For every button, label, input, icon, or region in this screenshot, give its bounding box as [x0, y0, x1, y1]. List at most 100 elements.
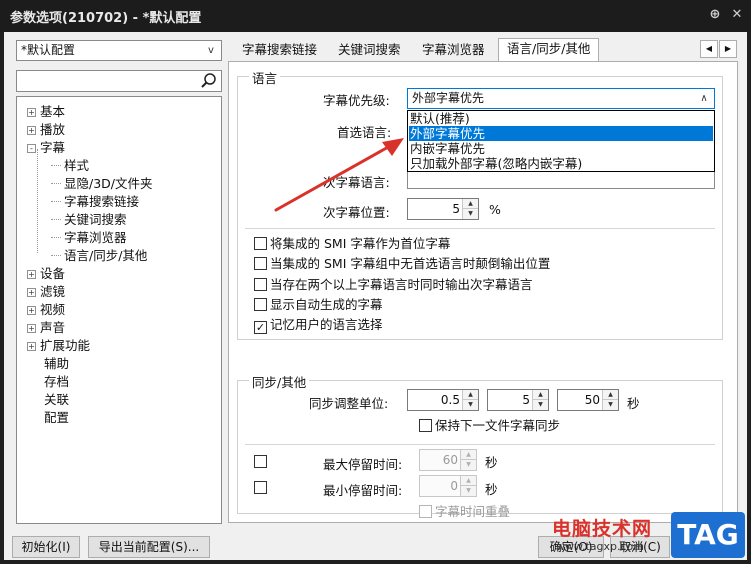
arrow-up-icon[interactable]: ▲ — [533, 390, 548, 400]
checkbox-min-duration[interactable] — [254, 480, 270, 498]
export-config-button[interactable]: 导出当前配置(S)... — [88, 536, 210, 558]
expand-icon[interactable]: + — [27, 270, 36, 279]
tree-item[interactable]: - 字幕 — [27, 139, 65, 157]
reset-button[interactable]: 初始化(I) — [12, 536, 80, 558]
checkbox-box[interactable] — [254, 278, 267, 291]
checkbox-smi-primary[interactable]: 将集成的 SMI 字幕作为首位字幕 — [254, 236, 450, 254]
checkbox-auto-generated[interactable]: 显示自动生成的字幕 — [254, 297, 383, 315]
arrow-up-icon[interactable]: ▲ — [603, 390, 618, 400]
tree-branch-line — [51, 157, 61, 166]
checkbox-box[interactable] — [254, 237, 267, 250]
tab-scroll-right-icon[interactable]: ▶ — [719, 40, 737, 58]
arrow-down-icon[interactable]: ▼ — [463, 400, 478, 410]
tree-item[interactable]: + 扩展功能 — [27, 337, 90, 355]
tree-item[interactable]: 语言/同步/其他 — [51, 247, 147, 265]
priority-select[interactable]: 外部字幕优先 ∧ — [407, 88, 715, 109]
tree-item[interactable]: + 声音 — [27, 319, 65, 337]
expand-icon[interactable]: + — [27, 342, 36, 351]
expand-icon[interactable]: + — [27, 324, 36, 333]
checkbox-smi-reverse[interactable]: 当集成的 SMI 字幕组中无首选语言时颠倒输出位置 — [254, 256, 550, 274]
expand-icon[interactable]: + — [27, 108, 36, 117]
tree-item[interactable]: 字幕浏览器 — [51, 229, 127, 247]
stepper-buttons[interactable]: ▲ ▼ — [532, 390, 548, 410]
checkbox-keep-sync[interactable]: 保持下一文件字幕同步 — [419, 418, 560, 436]
tree-item[interactable]: 关联 — [27, 391, 69, 409]
expand-icon[interactable]: + — [27, 126, 36, 135]
checkbox-output-secondary[interactable]: 当存在两个以上字幕语言时同时输出次字幕语言 — [254, 277, 533, 295]
stepper-buttons[interactable]: ▲ ▼ — [460, 476, 476, 496]
checkbox-box[interactable] — [419, 505, 432, 518]
priority-option-external[interactable]: 外部字幕优先 — [409, 126, 713, 141]
arrow-down-icon[interactable]: ▼ — [461, 486, 476, 496]
tab-scroll-left-icon[interactable]: ◀ — [700, 40, 718, 58]
priority-dropdown-list[interactable]: 默认(推荐) 外部字幕优先 内嵌字幕优先 只加载外部字幕(忽略内嵌字幕) — [407, 110, 715, 172]
tree-item[interactable]: 存档 — [27, 373, 69, 391]
sync-unit-value-1: 0.5 — [440, 393, 460, 407]
collapse-icon[interactable]: - — [27, 144, 36, 153]
checkbox-overlap[interactable]: 字幕时间重叠 — [419, 504, 510, 522]
profile-select[interactable]: *默认配置 v — [16, 40, 222, 61]
stepper-buttons[interactable]: ▲ ▼ — [462, 390, 478, 410]
checkbox-box[interactable] — [254, 481, 267, 494]
checkmark-icon[interactable]: ✓ — [254, 321, 267, 334]
sync-unit-label: 同步调整单位: — [309, 396, 389, 411]
min-duration-stepper[interactable]: 0 ▲ ▼ — [419, 475, 477, 497]
tree-item[interactable]: + 播放 — [27, 121, 65, 139]
max-duration-label: 最大停留时间: — [323, 457, 403, 472]
tree-item[interactable]: 配置 — [27, 409, 69, 427]
tab-subtitle-search-links[interactable]: 字幕搜索链接 — [234, 40, 325, 62]
tree-item[interactable]: + 基本 — [27, 103, 65, 121]
priority-option-default[interactable]: 默认(推荐) — [409, 111, 713, 126]
arrow-up-icon[interactable]: ▲ — [463, 390, 478, 400]
checkbox-box[interactable] — [419, 419, 432, 432]
tree-item[interactable]: 关键词搜索 — [51, 211, 127, 229]
tab-subtitle-browser[interactable]: 字幕浏览器 — [414, 40, 493, 62]
sync-unit-stepper-3[interactable]: 50 ▲ ▼ — [557, 389, 619, 411]
tab-keyword-search[interactable]: 关键词搜索 — [330, 40, 409, 62]
checkbox-max-duration[interactable] — [254, 454, 270, 472]
tree-item[interactable]: 字幕搜索链接 — [51, 193, 139, 211]
checkbox-remember-language[interactable]: ✓ 记忆用户的语言选择 — [254, 317, 383, 335]
arrow-down-icon[interactable]: ▼ — [533, 400, 548, 410]
checkbox-box[interactable] — [254, 298, 267, 311]
arrow-down-icon[interactable]: ▼ — [463, 209, 478, 219]
tree-item[interactable]: + 视频 — [27, 301, 65, 319]
sync-unit-stepper-2[interactable]: 5 ▲ ▼ — [487, 389, 549, 411]
stepper-buttons[interactable]: ▲ ▼ — [602, 390, 618, 410]
tree-item[interactable]: 显隐/3D/文件夹 — [51, 175, 153, 193]
sync-unit-stepper-1[interactable]: 0.5 ▲ ▼ — [407, 389, 479, 411]
secondary-position-label: 次字幕位置: — [323, 205, 390, 220]
search-icon[interactable] — [199, 71, 219, 91]
tab-language-sync-other[interactable]: 语言/同步/其他 — [498, 38, 600, 63]
arrow-up-icon[interactable]: ▲ — [461, 476, 476, 486]
secondary-language-select[interactable] — [407, 169, 715, 189]
checkbox-box[interactable] — [254, 455, 267, 468]
tree-item-label: 语言/同步/其他 — [64, 248, 148, 263]
arrow-up-icon[interactable]: ▲ — [463, 199, 478, 209]
priority-option-embedded[interactable]: 内嵌字幕优先 — [409, 141, 713, 156]
max-duration-stepper[interactable]: 60 ▲ ▼ — [419, 449, 477, 471]
checkbox-box[interactable] — [254, 257, 267, 270]
secondary-position-stepper[interactable]: 5 ▲ ▼ — [407, 198, 479, 220]
stepper-buttons[interactable]: ▲ ▼ — [460, 450, 476, 470]
expand-icon[interactable]: + — [27, 306, 36, 315]
tree-item[interactable]: + 设备 — [27, 265, 65, 283]
checkbox-label: 将集成的 SMI 字幕作为首位字幕 — [270, 236, 451, 251]
arrow-down-icon[interactable]: ▼ — [461, 460, 476, 470]
tree-item[interactable]: 样式 — [51, 157, 89, 175]
tree-item[interactable]: + 滤镜 — [27, 283, 65, 301]
priority-option-external-only[interactable]: 只加载外部字幕(忽略内嵌字幕) — [409, 156, 713, 171]
tree-search-input[interactable] — [16, 70, 222, 92]
arrow-up-icon[interactable]: ▲ — [461, 450, 476, 460]
expand-icon[interactable]: + — [27, 288, 36, 297]
pin-icon[interactable]: ⊕ — [707, 7, 723, 23]
priority-label: 字幕优先级: — [323, 93, 390, 108]
arrow-down-icon[interactable]: ▼ — [603, 400, 618, 410]
window-title: 参数选项(210702) - *默认配置 — [10, 10, 202, 26]
tree-item[interactable]: 辅助 — [27, 355, 69, 373]
divider — [245, 444, 715, 445]
settings-tree[interactable]: + 基本 + 播放 - 字幕 样式 显隐/3D/文件夹 字幕搜索链接 关键词搜索 字幕浏览器 语言/同… — [16, 96, 222, 524]
stepper-buttons[interactable]: ▲ ▼ — [462, 199, 478, 219]
close-icon[interactable]: ✕ — [729, 7, 745, 23]
tree-branch-line — [51, 193, 61, 202]
